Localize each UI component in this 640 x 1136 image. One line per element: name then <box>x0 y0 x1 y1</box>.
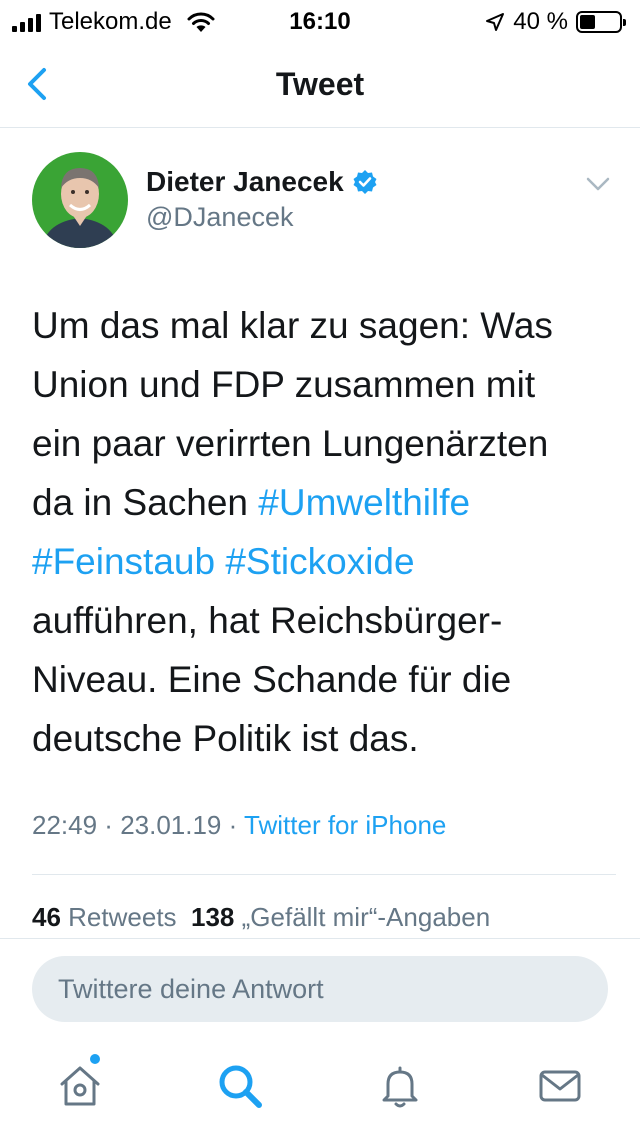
author-name[interactable]: Dieter Janecek <box>146 166 344 198</box>
navigation-bar: Tweet <box>0 40 640 128</box>
avatar[interactable] <box>32 152 128 248</box>
hashtag-link[interactable]: #Stickoxide <box>225 541 414 582</box>
hashtag-link[interactable]: #Umwelthilfe <box>258 482 470 523</box>
tweet-line: deutsche Politik ist das. <box>32 709 612 768</box>
tweet-source-link[interactable]: Twitter for iPhone <box>244 810 446 840</box>
tweet-line: Um das mal klar zu sagen: Was <box>32 296 612 355</box>
battery-icon <box>576 11 626 33</box>
tweet-text-segment: Union und FDP zusammen mit <box>32 364 536 405</box>
chevron-down-icon[interactable] <box>584 174 612 194</box>
location-arrow-icon <box>486 13 505 31</box>
tab-bar <box>0 1036 640 1136</box>
retweets-stat[interactable]: 46 Retweets <box>32 902 177 932</box>
tweet-line: aufführen, hat Reichsbürger- <box>32 591 612 650</box>
likes-count: 138 <box>191 902 235 932</box>
tweet-text-segment: aufführen, hat Reichsbürger- <box>32 600 503 641</box>
tweet-line: Niveau. Eine Schande für die <box>32 650 612 709</box>
tweet-line: ein paar verirrten Lungenärzten <box>32 414 612 473</box>
author-name-row[interactable]: Dieter Janecek <box>146 166 378 198</box>
hashtag-link[interactable]: #Feinstaub <box>32 541 215 582</box>
tweet-line: da in Sachen #Umwelthilfe <box>32 473 612 532</box>
tweet-text-segment: da in Sachen <box>32 482 259 523</box>
likes-stat[interactable]: 138 „Gefällt mir“-Angaben <box>191 902 490 932</box>
likes-label: „Gefällt mir“-Angaben <box>241 902 491 932</box>
reply-input[interactable]: Twittere deine Antwort <box>32 956 608 1022</box>
reply-separator <box>0 938 640 939</box>
battery-level <box>580 15 596 29</box>
tweet-time: 22:49 <box>32 810 98 840</box>
avatar-image <box>32 152 128 248</box>
tweet-text: Um das mal klar zu sagen: Was Union und … <box>32 296 612 768</box>
home-icon[interactable] <box>56 1062 104 1110</box>
search-icon[interactable] <box>216 1062 264 1110</box>
messages-icon[interactable] <box>536 1062 584 1110</box>
tweet-stats: 46 Retweets 138 „Gefällt mir“-Angaben <box>32 902 490 933</box>
status-bar: Telekom.de 16:10 40 % <box>0 0 640 40</box>
tweet-text-segment: Niveau. Eine Schande für die <box>32 659 512 700</box>
tweet-line: #Feinstaub #Stickoxide <box>32 532 612 591</box>
meta-separator: · <box>221 810 245 840</box>
tweet-meta: 22:49 · 23.01.19 · Twitter for iPhone <box>32 810 446 841</box>
reply-placeholder: Twittere deine Antwort <box>58 974 324 1004</box>
author-handle[interactable]: @DJanecek <box>146 202 293 233</box>
home-notification-dot <box>90 1054 100 1064</box>
battery-percentage: 40 % <box>513 8 568 35</box>
tweet-text-segment: Um das mal klar zu sagen: Was <box>32 305 553 346</box>
status-right: 40 % <box>485 8 626 36</box>
retweets-label: Retweets <box>68 902 177 932</box>
tweet-text-segment: ein paar verirrten Lungenärzten <box>32 423 549 464</box>
tweet-text-segment: deutsche Politik ist das. <box>32 718 419 759</box>
meta-separator: · <box>97 810 121 840</box>
page-title: Tweet <box>275 66 365 102</box>
tweet-line: Union und FDP zusammen mit <box>32 355 612 414</box>
tweet-date: 23.01.19 <box>120 810 222 840</box>
tweet-text-segment <box>215 541 225 582</box>
retweets-count: 46 <box>32 902 61 932</box>
notifications-icon[interactable] <box>376 1062 424 1110</box>
verified-badge-icon <box>353 170 377 194</box>
divider <box>32 874 616 875</box>
